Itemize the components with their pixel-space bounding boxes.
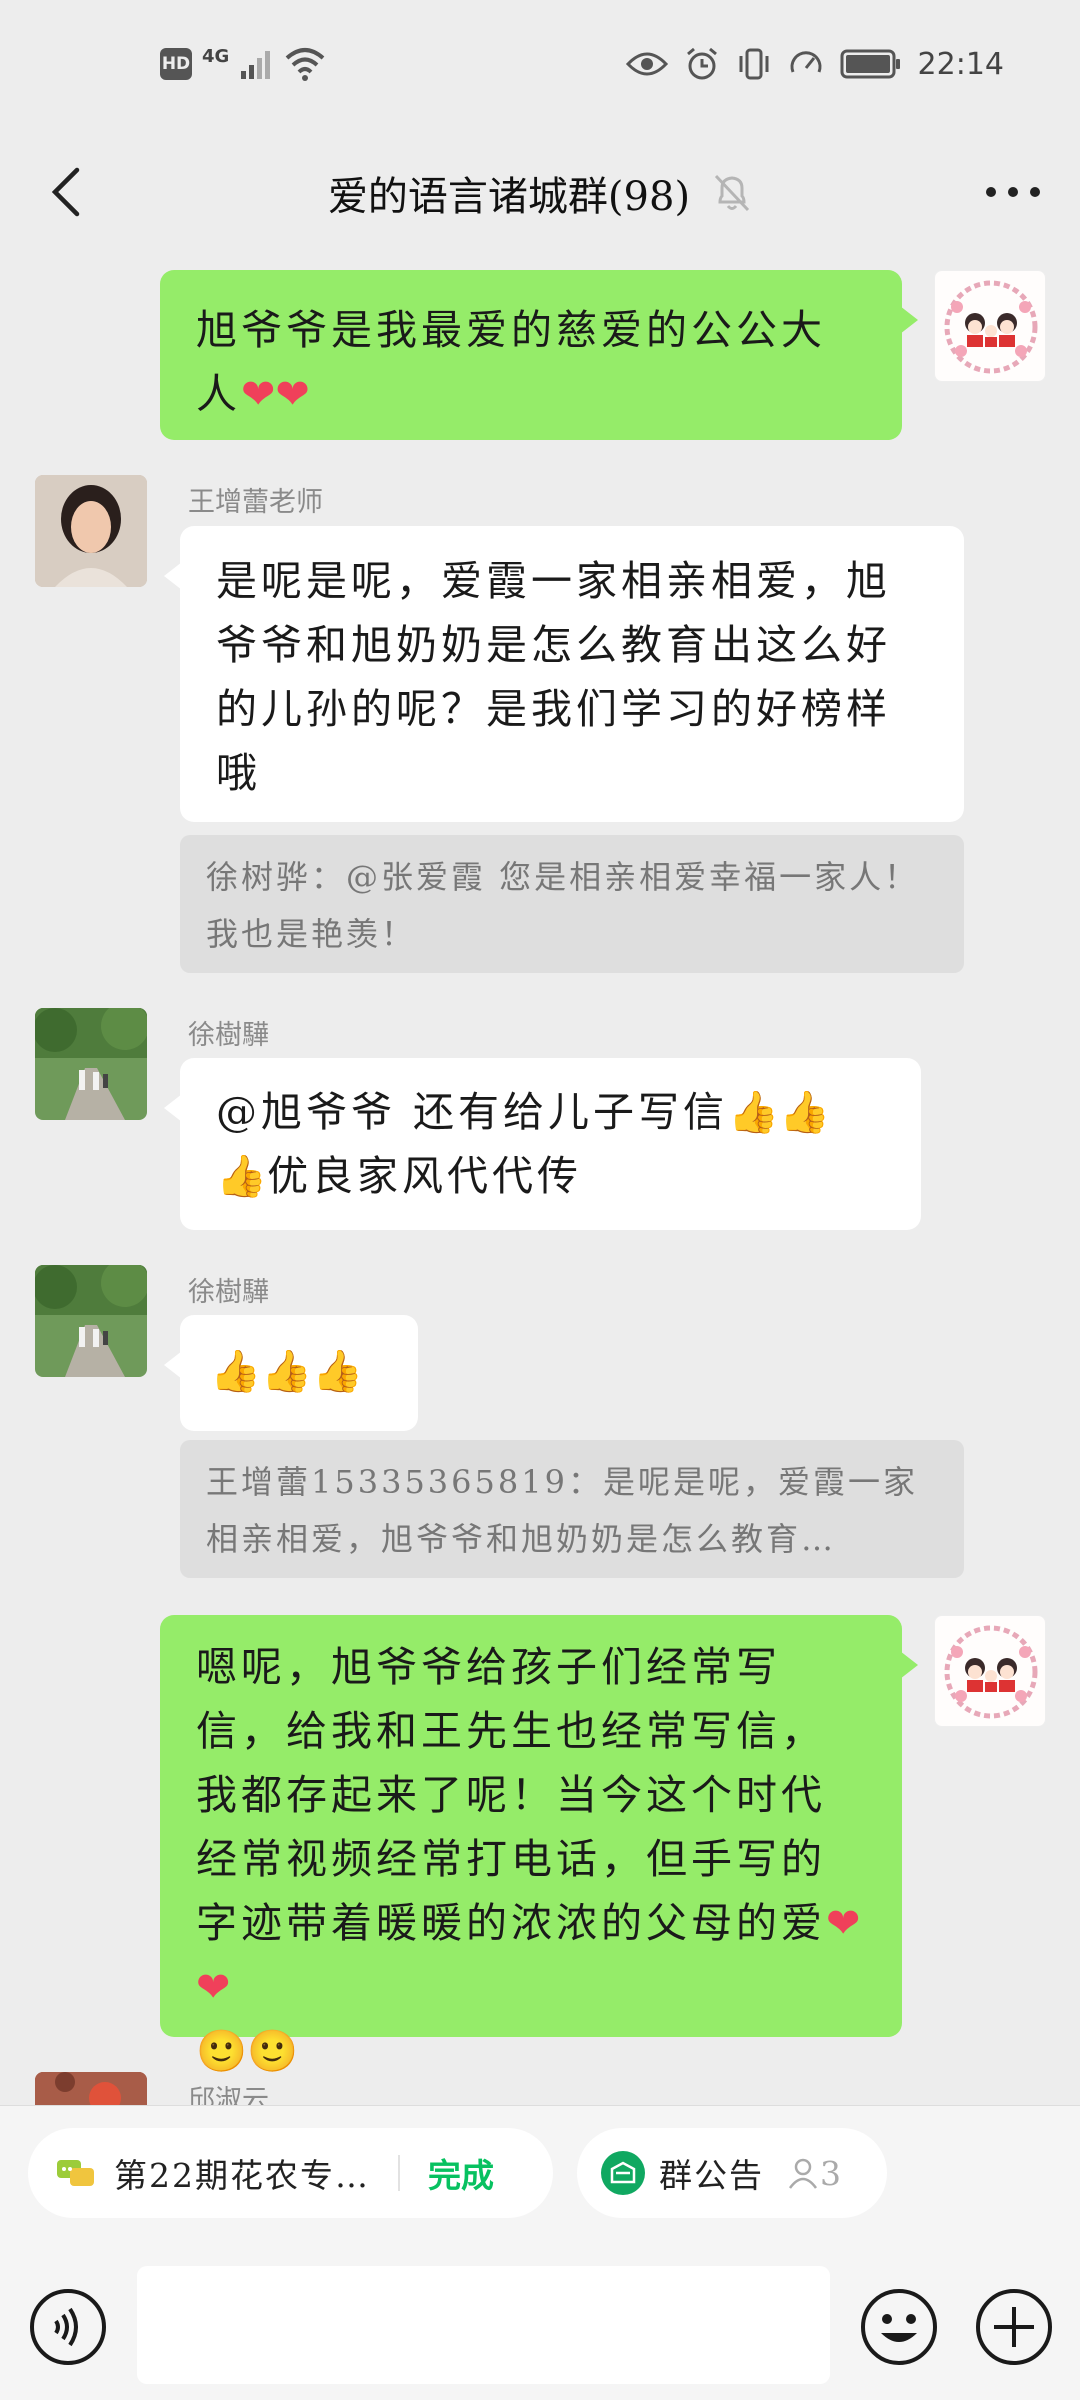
smiley-emoji: 🙂🙂 <box>196 2027 299 2075</box>
message-bubble-other[interactable]: 是呢是呢，爱霞一家相亲相爱，旭爷爷和旭奶奶是怎么教育出这么好的儿孙的呢？是我们学… <box>164 526 964 822</box>
more-dots-icon <box>986 187 1040 197</box>
wifi-icon <box>285 48 325 81</box>
avatar-self[interactable] <box>934 270 1046 382</box>
bottom-bar: 第22期花农专… 完成 群公告 3 <box>0 2105 1080 2400</box>
message-text: 优良家风代代传 <box>267 1152 583 1200</box>
done-button[interactable]: 完成 <box>428 2149 494 2197</box>
person-icon <box>788 2158 818 2189</box>
vibrate-icon <box>739 48 769 80</box>
chat-header: 爱的语言诸城群(98) <box>0 135 1080 250</box>
voice-icon[interactable] <box>28 2287 108 2367</box>
avatar-self[interactable] <box>934 1615 1046 1727</box>
quote-text: 王增蕾15335365819：是呢是呢，爱霞一家相亲相爱，旭爷爷和旭奶奶是怎么教… <box>206 1463 918 1558</box>
thumbs-up-emoji: 👍👍 <box>728 1088 831 1136</box>
person-photo-icon <box>35 475 147 587</box>
status-right: 22:14 <box>625 46 1004 82</box>
sender-name: 王增蕾老师 <box>188 487 323 518</box>
hd-badge: HD <box>160 48 192 80</box>
plus-icon[interactable] <box>974 2287 1054 2367</box>
emoji-icon[interactable] <box>859 2287 939 2367</box>
thumbs-up-emoji: 👍 <box>216 1152 268 1200</box>
announcement-count: 3 <box>820 2153 843 2193</box>
chat-todo-icon <box>57 2160 94 2186</box>
message-input[interactable] <box>137 2266 830 2384</box>
announcement-pill[interactable]: 群公告 3 <box>577 2128 887 2218</box>
sender-name: 徐樹驊 <box>188 1020 269 1051</box>
title-area: 爱的语言诸城群(98) <box>0 135 1080 250</box>
heart-emoji: ❤❤ <box>241 370 310 418</box>
more-button[interactable] <box>978 157 1048 227</box>
avatar-user[interactable] <box>35 1265 147 1377</box>
speed-icon <box>790 51 822 73</box>
quoted-message[interactable]: 徐树骅：@张爱霞 您是相亲相爱幸福一家人！我也是艳羡！ <box>180 835 964 973</box>
quote-text: 徐树骅：@张爱霞 您是相亲相爱幸福一家人！我也是艳羡！ <box>206 858 920 953</box>
status-bar: HD 4G 22:14 <box>0 0 1080 135</box>
announcement-icon <box>601 2151 645 2195</box>
park-photo-icon <box>35 1008 147 1120</box>
clock: 22:14 <box>917 46 1004 82</box>
message-bubble-other[interactable]: 👍👍👍 <box>164 1315 418 1431</box>
todo-pill[interactable]: 第22期花农专… 完成 <box>28 2128 553 2218</box>
park-photo-icon <box>35 1265 147 1377</box>
thumbs-up-emoji: 👍👍👍 <box>210 1347 364 1395</box>
battery-icon <box>840 49 900 79</box>
couple-avatar-icon <box>944 1625 1038 1719</box>
mute-bell-icon <box>714 174 750 211</box>
avatar-user[interactable] <box>35 475 147 587</box>
pill-separator <box>398 2155 400 2191</box>
eye-icon <box>625 52 668 76</box>
message-text: @旭爷爷 还有给儿子写信 <box>216 1088 729 1136</box>
network-type: 4G <box>202 45 230 67</box>
quoted-message[interactable]: 王增蕾15335365819：是呢是呢，爱霞一家相亲相爱，旭爷爷和旭奶奶是怎么教… <box>180 1440 964 1578</box>
signal-icon <box>241 51 271 79</box>
sender-name: 徐樹驊 <box>188 1277 269 1308</box>
announcement-label: 群公告 <box>659 2156 764 2195</box>
message-text: 嗯呢，旭爷爷给孩子们经常写信，给我和王先生也经常写信，我都存起来了呢！当今这个时… <box>196 1643 826 1947</box>
message-text: 是呢是呢，爱霞一家相亲相爱，旭爷爷和旭奶奶是怎么教育出这么好的儿孙的呢？是我们学… <box>216 557 891 797</box>
message-bubble-self[interactable]: 嗯呢，旭爷爷给孩子们经常写信，给我和王先生也经常写信，我都存起来了呢！当今这个时… <box>160 1615 918 2075</box>
status-left: HD 4G <box>160 46 327 82</box>
chat-title: 爱的语言诸城群(98) <box>327 173 691 220</box>
alarm-icon <box>686 47 717 80</box>
todo-title: 第22期花农专… <box>114 2156 370 2195</box>
message-bubble-self[interactable]: 旭爷爷是我最爱的慈爱的公公大人❤❤ <box>160 270 918 440</box>
message-bubble-other[interactable]: @旭爷爷 还有给儿子写信👍👍 👍优良家风代代传 <box>164 1058 921 1230</box>
couple-avatar-icon <box>944 280 1038 374</box>
avatar-user[interactable] <box>35 1008 147 1120</box>
